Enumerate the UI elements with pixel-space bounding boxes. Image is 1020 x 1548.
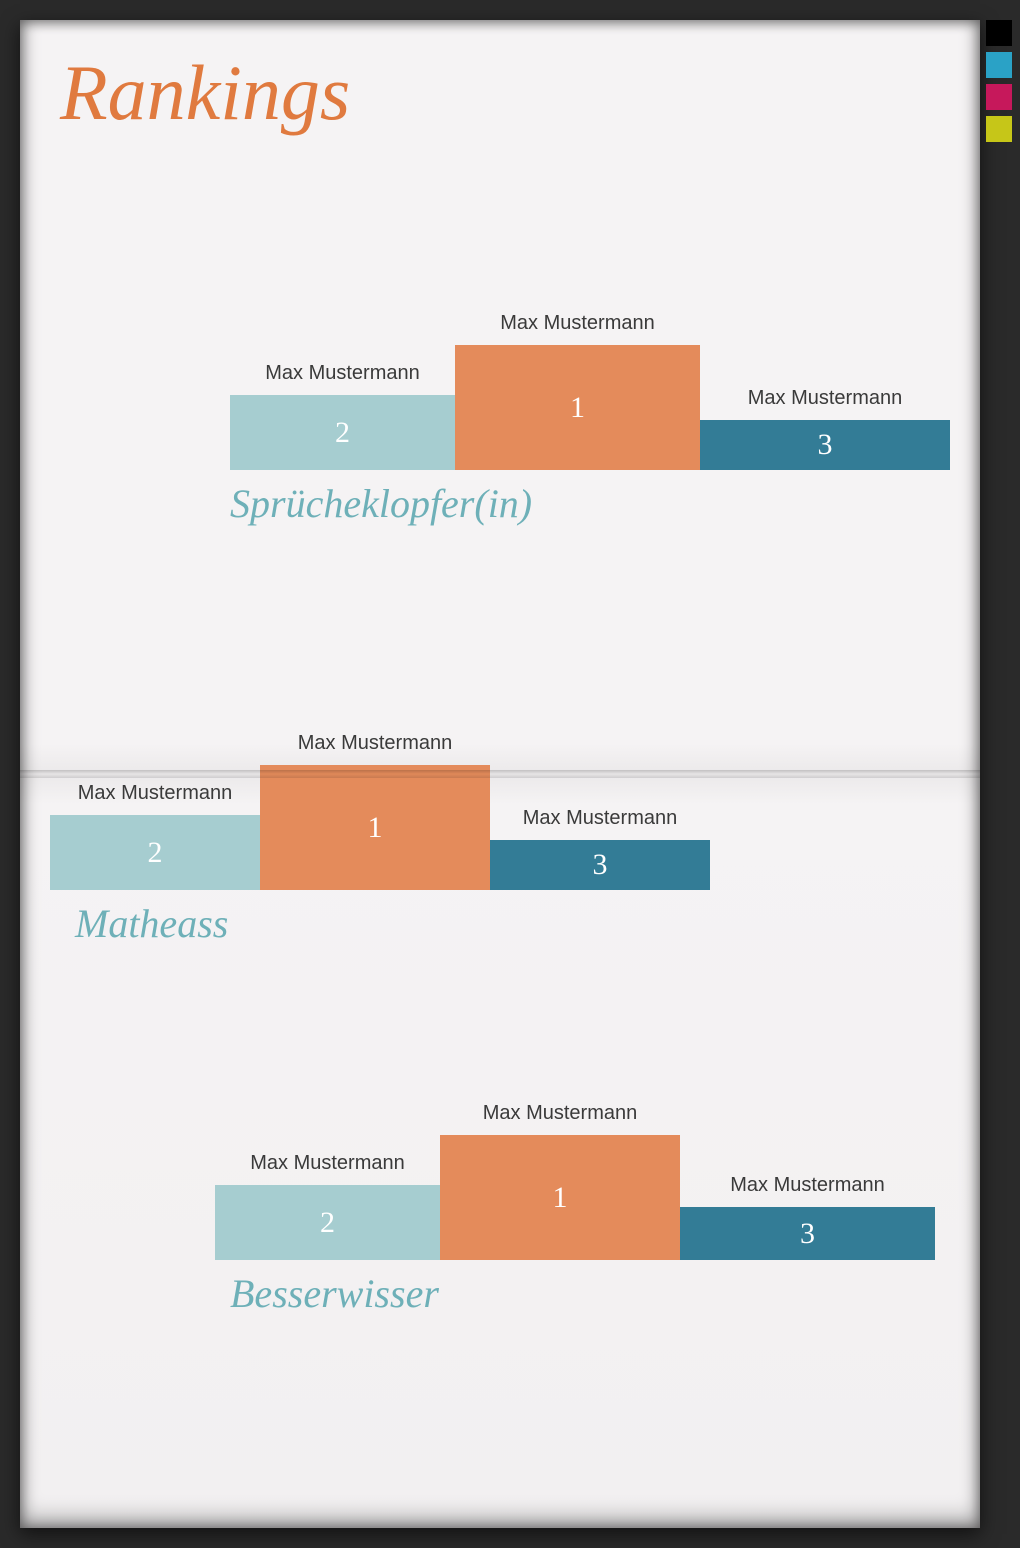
third-name: Max Mustermann [680, 1174, 935, 1197]
first-name: Max Mustermann [440, 1102, 680, 1125]
second-name: Max Mustermann [230, 362, 455, 385]
third-rank: 3 [818, 428, 833, 462]
second-name: Max Mustermann [50, 782, 260, 805]
swatch-cyan [986, 52, 1012, 78]
page: Rankings Max Mustermann 2 Max Mustermann… [20, 20, 980, 1528]
third-name: Max Mustermann [490, 807, 710, 830]
third-rank: 3 [593, 848, 608, 882]
first-rank: 1 [553, 1181, 568, 1215]
page-title: Rankings [60, 48, 350, 138]
first-bar: 1 [260, 765, 490, 890]
first-bar: 1 [440, 1135, 680, 1260]
first-name: Max Mustermann [260, 732, 490, 755]
podium-sprucheklopfer: Max Mustermann 2 Max Mustermann 1 Max Mu… [230, 300, 950, 470]
printer-color-bars [986, 20, 1012, 148]
subtitle-matheass: Matheass [75, 900, 228, 947]
first-rank: 1 [368, 811, 383, 845]
podium-besserwisser: Max Mustermann 2 Max Mustermann 1 Max Mu… [215, 1090, 935, 1260]
swatch-black [986, 20, 1012, 46]
third-rank: 3 [800, 1217, 815, 1251]
second-bar: 2 [215, 1185, 440, 1260]
swatch-magenta [986, 84, 1012, 110]
first-bar: 1 [455, 345, 700, 470]
second-rank: 2 [335, 416, 350, 450]
second-name: Max Mustermann [215, 1152, 440, 1175]
third-bar: 3 [680, 1207, 935, 1260]
subtitle-sprucheklopfer: Sprücheklopfer(in) [230, 480, 532, 527]
second-bar: 2 [50, 815, 260, 890]
second-bar: 2 [230, 395, 455, 470]
third-bar: 3 [490, 840, 710, 890]
first-name: Max Mustermann [455, 312, 700, 335]
swatch-yellow [986, 116, 1012, 142]
second-rank: 2 [320, 1206, 335, 1240]
third-name: Max Mustermann [700, 387, 950, 410]
first-rank: 1 [570, 391, 585, 425]
third-bar: 3 [700, 420, 950, 470]
subtitle-besserwisser: Besserwisser [230, 1270, 439, 1317]
podium-matheass: Max Mustermann 2 Max Mustermann 1 Max Mu… [50, 720, 710, 890]
second-rank: 2 [148, 836, 163, 870]
